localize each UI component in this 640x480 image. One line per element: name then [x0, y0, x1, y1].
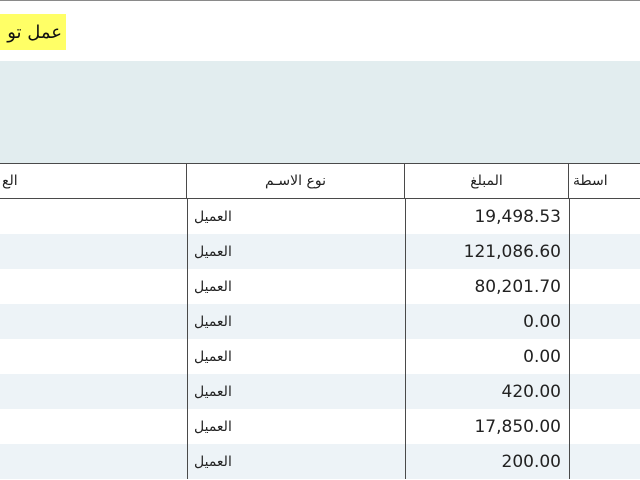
- window-top-border: [0, 0, 640, 1]
- column-divider: [569, 409, 570, 444]
- column-header-name-type[interactable]: نوع الاسـم: [187, 163, 405, 199]
- table-row[interactable]: العميل 80,201.70: [0, 269, 640, 304]
- cell-name-type[interactable]: العميل: [188, 339, 404, 374]
- column-divider: [569, 304, 570, 339]
- cell-amount[interactable]: 0.00: [406, 339, 569, 374]
- column-divider: [569, 199, 570, 234]
- column-divider: [569, 339, 570, 374]
- column-header-customer[interactable]: الع: [0, 163, 187, 199]
- column-header-via-label: اسطة: [573, 173, 608, 189]
- cell-amount[interactable]: 121,086.60: [406, 234, 569, 269]
- table-row[interactable]: العميل 19,498.53: [0, 199, 640, 234]
- table-row[interactable]: العميل 0.00: [0, 339, 640, 374]
- column-header-via[interactable]: اسطة: [569, 163, 640, 199]
- cell-name-type[interactable]: العميل: [188, 269, 404, 304]
- title-label: عمل تو: [0, 14, 66, 50]
- cell-name-type[interactable]: العميل: [188, 234, 404, 269]
- column-divider: [569, 234, 570, 269]
- cell-amount[interactable]: 80,201.70: [406, 269, 569, 304]
- cell-amount[interactable]: 0.00: [406, 304, 569, 339]
- table-row[interactable]: العميل 121,086.60: [0, 234, 640, 269]
- column-header-customer-label: الع: [2, 173, 18, 189]
- cell-name-type[interactable]: العميل: [188, 444, 404, 479]
- column-divider: [569, 269, 570, 304]
- cell-name-type[interactable]: العميل: [188, 199, 404, 234]
- table-row[interactable]: العميل 17,850.00: [0, 409, 640, 444]
- table-row[interactable]: العميل 200.00: [0, 444, 640, 479]
- column-divider: [569, 444, 570, 479]
- column-header-amount-label: المبلغ: [470, 173, 503, 189]
- column-divider: [569, 374, 570, 409]
- cell-name-type[interactable]: العميل: [188, 374, 404, 409]
- table-row[interactable]: العميل 0.00: [0, 304, 640, 339]
- data-grid: الع نوع الاسـم المبلغ اسطة العميل 19,498…: [0, 163, 640, 480]
- cell-amount[interactable]: 19,498.53: [406, 199, 569, 234]
- grid-rows: العميل 19,498.53 العميل 121,086.60 العمي…: [0, 199, 640, 479]
- cell-name-type[interactable]: العميل: [188, 304, 404, 339]
- title-text: عمل تو: [7, 21, 62, 43]
- table-row[interactable]: العميل 420.00: [0, 374, 640, 409]
- cell-amount[interactable]: 420.00: [406, 374, 569, 409]
- column-header-amount[interactable]: المبلغ: [405, 163, 569, 199]
- cell-amount[interactable]: 17,850.00: [406, 409, 569, 444]
- filter-panel: [0, 61, 640, 163]
- cell-amount[interactable]: 200.00: [406, 444, 569, 479]
- column-header-name-type-label: نوع الاسـم: [265, 173, 326, 189]
- cell-name-type[interactable]: العميل: [188, 409, 404, 444]
